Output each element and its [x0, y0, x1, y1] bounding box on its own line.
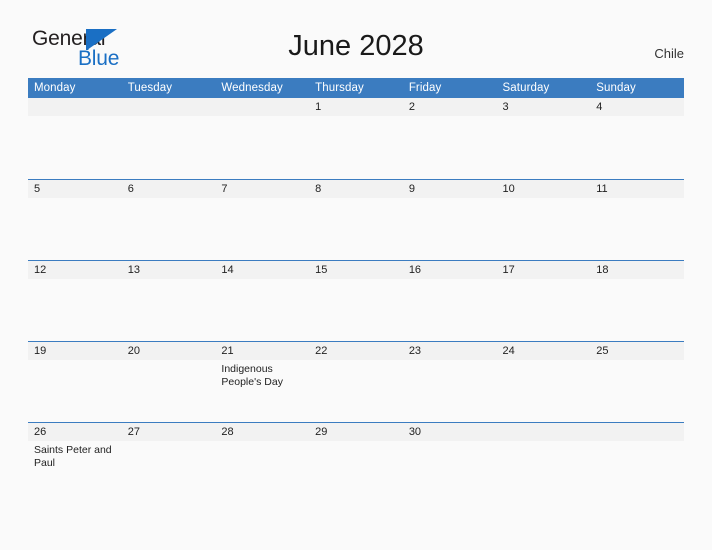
calendar-body: 1 2 3 4 5 6 7 8 9 10 11 12 13 14 15 16 17 18 19 20 21 Indigen…: [28, 98, 684, 503]
day-cell-16[interactable]: 16: [402, 259, 497, 341]
day-cell-19[interactable]: 19: [28, 340, 122, 422]
day-cell-8[interactable]: 8: [309, 178, 403, 260]
calendar-week-row: 12 13 14 15 16 17 18: [28, 259, 684, 341]
day-number: 3: [496, 98, 591, 116]
day-cell-21[interactable]: 21 Indigenous People's Day: [215, 340, 310, 422]
day-cell-28[interactable]: 28: [215, 421, 310, 503]
weekday-header-friday: Friday: [402, 78, 497, 98]
day-cell-26[interactable]: 26 Saints Peter and Paul: [28, 421, 122, 503]
day-cell-11[interactable]: 11: [590, 178, 684, 260]
day-number: 13: [121, 260, 216, 279]
day-cell-2[interactable]: 2: [402, 98, 497, 179]
day-cell-5[interactable]: 5: [28, 178, 122, 260]
day-number: 29: [309, 422, 403, 441]
day-cell-9[interactable]: 9: [402, 178, 497, 260]
day-number: 9: [402, 179, 497, 198]
day-cell-empty: [121, 98, 216, 179]
day-cell-1[interactable]: 1: [309, 98, 403, 179]
day-cell-18[interactable]: 18: [590, 259, 684, 341]
day-cell-6[interactable]: 6: [121, 178, 216, 260]
day-number: 4: [590, 98, 684, 116]
day-number: 24: [496, 341, 591, 360]
page-title: June 2028: [288, 30, 424, 62]
day-cell-17[interactable]: 17: [496, 259, 591, 341]
day-cell-4[interactable]: 4: [590, 98, 684, 179]
day-number: 5: [28, 179, 122, 198]
calendar-page: General Blue June 2028 Chile Monday Tuesd…: [0, 0, 712, 550]
day-number: 27: [121, 422, 216, 441]
day-cell-3[interactable]: 3: [496, 98, 591, 179]
weekday-header-saturday: Saturday: [496, 78, 591, 98]
day-cell-29[interactable]: 29: [309, 421, 403, 503]
day-number: 30: [402, 422, 497, 441]
day-number: 21: [215, 341, 310, 360]
day-number: 12: [28, 260, 122, 279]
calendar-header-row-group: Monday Tuesday Wednesday Thursday Friday Satu…: [28, 78, 684, 98]
holiday-event: Indigenous People's Day: [221, 362, 283, 389]
calendar-grid-container: Monday Tuesday Wednesday Thursday Friday Satu…: [28, 78, 684, 503]
day-number: 28: [215, 422, 310, 441]
day-cell-empty: [590, 421, 684, 503]
day-number: 19: [28, 341, 122, 360]
day-number: [496, 422, 591, 441]
calendar-week-row: 26 Saints Peter and Paul 27 28 29 30: [28, 421, 684, 503]
day-number: 11: [590, 179, 684, 198]
day-number: 6: [121, 179, 216, 198]
calendar-week-row: 1234: [28, 98, 684, 179]
calendar-week-row: 5 6 7 8 9 10 11: [28, 178, 684, 260]
day-number: 8: [309, 179, 403, 198]
page-header: General Blue June 2028 Chile: [0, 0, 712, 69]
day-cell-25[interactable]: 25: [590, 340, 684, 422]
region-label: Chile: [654, 46, 684, 61]
calendar-week-row: 19 20 21 Indigenous People's Day 22 23 24 25: [28, 340, 684, 422]
weekday-header-monday: Monday: [28, 78, 122, 98]
day-cell-empty: [28, 98, 122, 179]
day-cell-30[interactable]: 30: [402, 421, 497, 503]
weekday-header-row: Monday Tuesday Wednesday Thursday Friday Satu…: [28, 78, 684, 98]
event-list: Indigenous People's Day: [215, 360, 309, 390]
day-cell-24[interactable]: 24: [496, 340, 591, 422]
day-cell-27[interactable]: 27: [121, 421, 216, 503]
weekday-header-thursday: Thursday: [309, 78, 403, 98]
day-cell-7[interactable]: 7: [215, 178, 310, 260]
day-number: 14: [215, 260, 310, 279]
calendar-table: Monday Tuesday Wednesday Thursday Friday Satu…: [28, 78, 684, 503]
day-number: 10: [496, 179, 591, 198]
day-number: 7: [215, 179, 310, 198]
holiday-event: Saints Peter and Paul: [34, 443, 112, 470]
day-number: 2: [402, 98, 497, 116]
day-cell-15[interactable]: 15: [309, 259, 403, 341]
weekday-header-sunday: Sunday: [590, 78, 684, 98]
day-cell-14[interactable]: 14: [215, 259, 310, 341]
day-number: 18: [590, 260, 684, 279]
weekday-header-tuesday: Tuesday: [121, 78, 216, 98]
day-cell-13[interactable]: 13: [121, 259, 216, 341]
day-number: 25: [590, 341, 684, 360]
day-number: [215, 98, 310, 116]
day-number: [121, 98, 216, 116]
day-number: [28, 98, 122, 116]
day-cell-10[interactable]: 10: [496, 178, 591, 260]
day-cell-22[interactable]: 22: [309, 340, 403, 422]
day-cell-empty: [496, 421, 591, 503]
day-cell-empty: [215, 98, 310, 179]
event-list: Saints Peter and Paul: [28, 441, 122, 471]
weekday-header-wednesday: Wednesday: [215, 78, 310, 98]
day-cell-20[interactable]: 20: [121, 340, 216, 422]
day-number: 23: [402, 341, 497, 360]
day-number: 16: [402, 260, 497, 279]
day-number: [590, 422, 684, 441]
day-number: 20: [121, 341, 216, 360]
day-number: 17: [496, 260, 591, 279]
day-number: 1: [309, 98, 403, 116]
day-number: 15: [309, 260, 403, 279]
day-number: 22: [309, 341, 403, 360]
day-number: 26: [28, 422, 122, 441]
day-cell-23[interactable]: 23: [402, 340, 497, 422]
day-cell-12[interactable]: 12: [28, 259, 122, 341]
